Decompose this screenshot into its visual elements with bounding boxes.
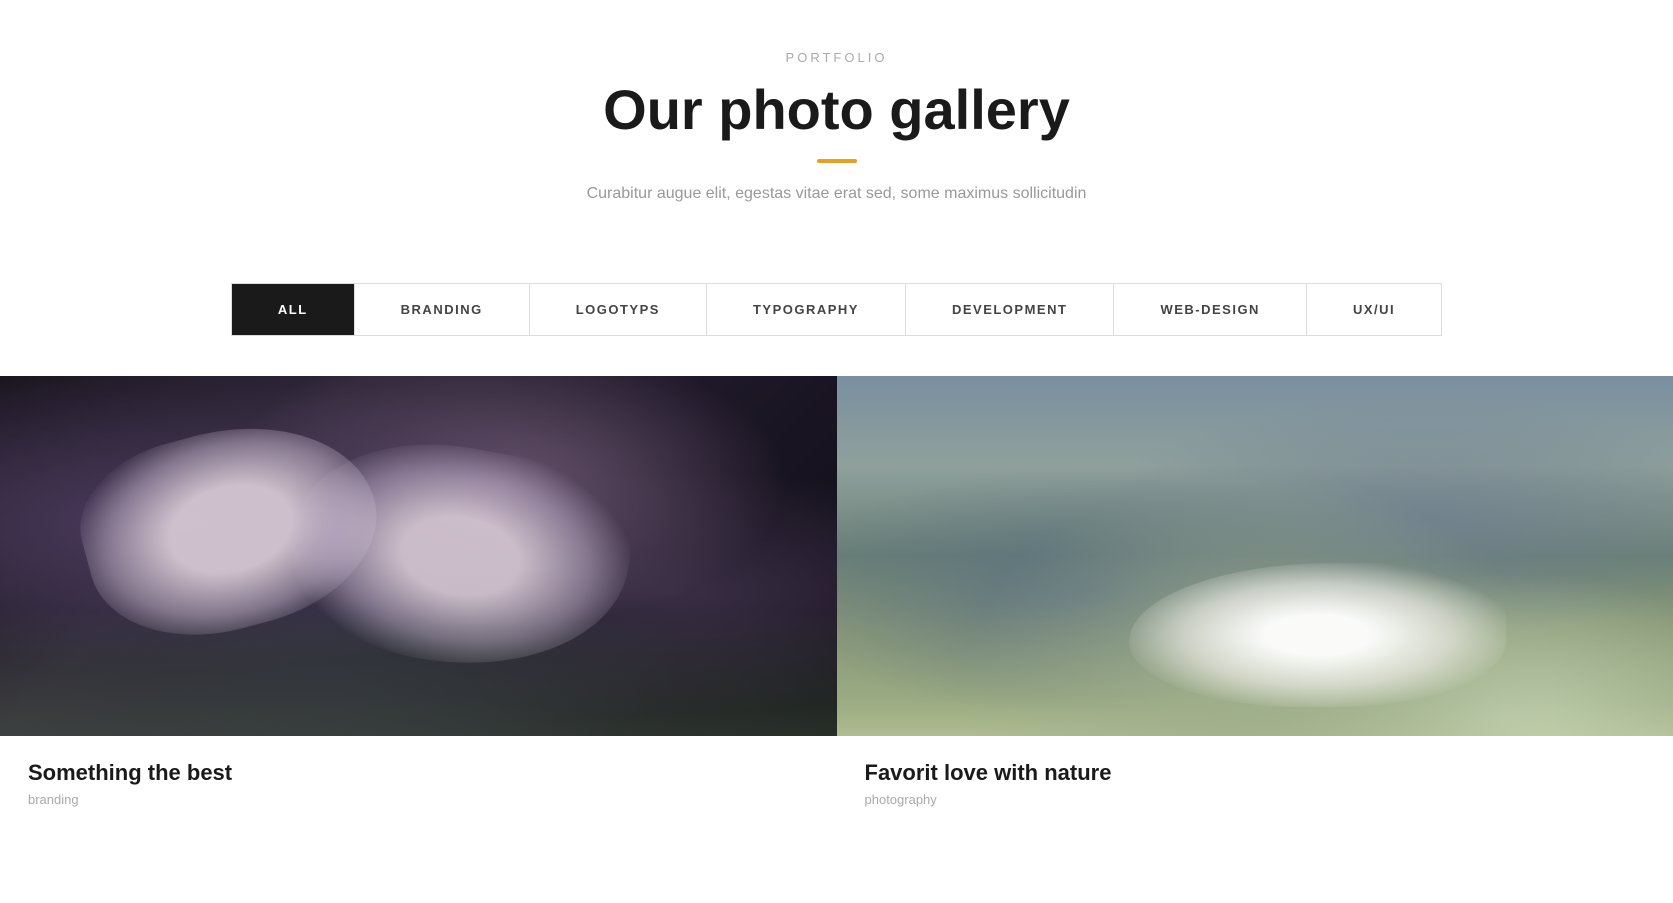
header-section: PORTFOLIO Our photo gallery Curabitur au… [0,0,1673,243]
gallery-caption-2: Favorit love with nature photography [837,736,1673,835]
filter-all[interactable]: ALL [232,284,355,335]
filter-bar: ALL BRANDING LOGOTYPS TYPOGRAPHY DEVELOP… [231,283,1442,336]
gallery-caption-1: Something the best branding [0,736,837,835]
gallery-title-1: Something the best [28,760,809,786]
title-divider [817,159,857,163]
filter-development[interactable]: DEVELOPMENT [906,284,1114,335]
gallery-category-1: branding [28,792,809,807]
filter-logotyps[interactable]: LOGOTYPS [530,284,707,335]
gallery-title-2: Favorit love with nature [865,760,1646,786]
gallery-image-right [837,376,1673,736]
filter-web-design[interactable]: WEB-DESIGN [1114,284,1307,335]
subtitle: Curabitur augue elit, egestas vitae erat… [20,185,1653,203]
gallery-image-container-2 [837,376,1673,736]
filter-typography[interactable]: TYPOGRAPHY [707,284,906,335]
gallery-image-container-1 [0,376,837,736]
filter-ux-ui[interactable]: UX/UI [1307,284,1441,335]
gallery-item-1[interactable]: Something the best branding [0,376,837,835]
portfolio-label: PORTFOLIO [20,50,1653,65]
gallery-grid: Something the best branding Favorit love… [0,376,1673,835]
filter-branding[interactable]: BRANDING [355,284,530,335]
gallery-image-left [0,376,837,736]
gallery-category-2: photography [865,792,1646,807]
main-title: Our photo gallery [20,79,1653,141]
page-wrapper: PORTFOLIO Our photo gallery Curabitur au… [0,0,1673,835]
gallery-item-2[interactable]: Favorit love with nature photography [837,376,1673,835]
